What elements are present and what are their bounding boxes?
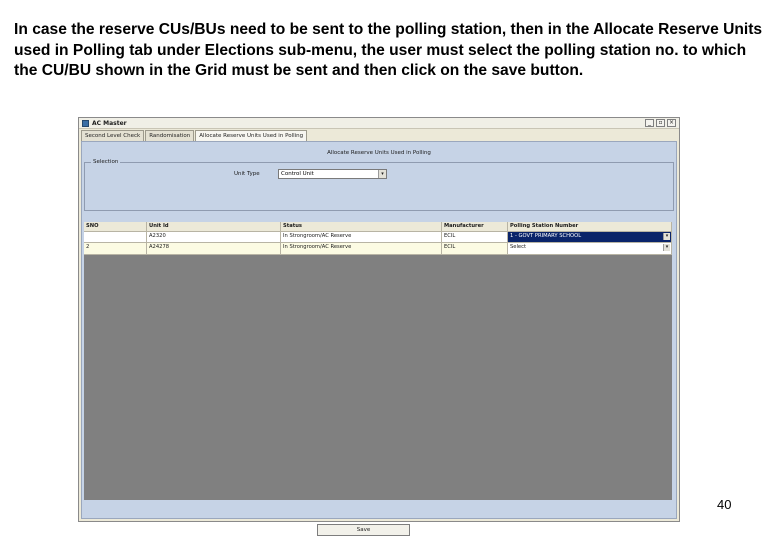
column-header-manufacturer[interactable]: Manufacturer: [442, 222, 508, 232]
unit-type-value: Control Unit: [281, 171, 314, 177]
polling-station-dropdown[interactable]: Select ▾: [508, 243, 672, 255]
cell-manufacturer: ECIL: [442, 232, 508, 243]
tab-second-level-check[interactable]: Second Level Check: [81, 130, 145, 141]
grid-header-row: SNO Unit Id Status Manufacturer Polling …: [84, 222, 672, 232]
title-bar: AC Master _ ▫ ×: [79, 118, 679, 129]
slide-paragraph: In case the reserve CUs/BUs need to be s…: [14, 21, 763, 79]
selection-group: Selection Unit Type Control Unit ▾: [84, 159, 674, 211]
window-title: AC Master: [92, 119, 127, 127]
window-controls: _ ▫ ×: [645, 119, 676, 127]
selection-legend: Selection: [91, 159, 121, 165]
polling-station-dropdown[interactable]: 1 - GOVT PRIMARY SCHOOL ▾: [508, 232, 672, 243]
app-icon: [82, 119, 89, 127]
cell-status: In Strongroom/AC Reserve: [281, 243, 442, 255]
cell-sno: 2: [84, 243, 147, 255]
unit-type-dropdown[interactable]: Control Unit ▾: [278, 169, 387, 179]
chevron-down-icon[interactable]: ▾: [663, 244, 670, 251]
cell-sno: [84, 232, 147, 243]
unit-type-label: Unit Type: [234, 171, 260, 177]
cell-unit-id: A2320: [147, 232, 281, 243]
column-header-sno[interactable]: SNO: [84, 222, 147, 232]
tab-randomisation[interactable]: Randomisation: [145, 130, 195, 141]
cell-unit-id: A24278: [147, 243, 281, 255]
tab-strip: Second Level Check Randomisation Allocat…: [81, 130, 308, 142]
allocate-reserve-panel: Allocate Reserve Units Used in Polling S…: [81, 141, 677, 536]
cell-manufacturer: ECIL: [442, 243, 508, 255]
chevron-down-icon[interactable]: ▾: [663, 233, 670, 240]
table-row[interactable]: A2320 In Strongroom/AC Reserve ECIL 1 - …: [84, 232, 672, 243]
close-button[interactable]: ×: [667, 119, 676, 127]
minimize-button[interactable]: _: [645, 119, 654, 127]
column-header-unit-id[interactable]: Unit Id: [147, 222, 281, 232]
column-header-polling-station[interactable]: Polling Station Number: [508, 222, 672, 232]
restore-button[interactable]: ▫: [656, 119, 665, 127]
page-number: 40: [717, 497, 732, 512]
cell-status: In Strongroom/AC Reserve: [281, 232, 442, 243]
save-button[interactable]: Save: [317, 524, 410, 536]
units-grid: SNO Unit Id Status Manufacturer Polling …: [84, 222, 672, 500]
chevron-down-icon[interactable]: ▾: [378, 170, 386, 178]
polling-station-value: Select: [510, 244, 527, 250]
column-header-status[interactable]: Status: [281, 222, 442, 232]
polling-station-value: 1 - GOVT PRIMARY SCHOOL: [510, 233, 582, 239]
ac-master-window: AC Master _ ▫ × Second Level Check Rando…: [78, 117, 680, 536]
panel-heading: Allocate Reserve Units Used in Polling: [327, 150, 431, 156]
table-row[interactable]: 2 A24278 In Strongroom/AC Reserve ECIL S…: [84, 243, 672, 255]
